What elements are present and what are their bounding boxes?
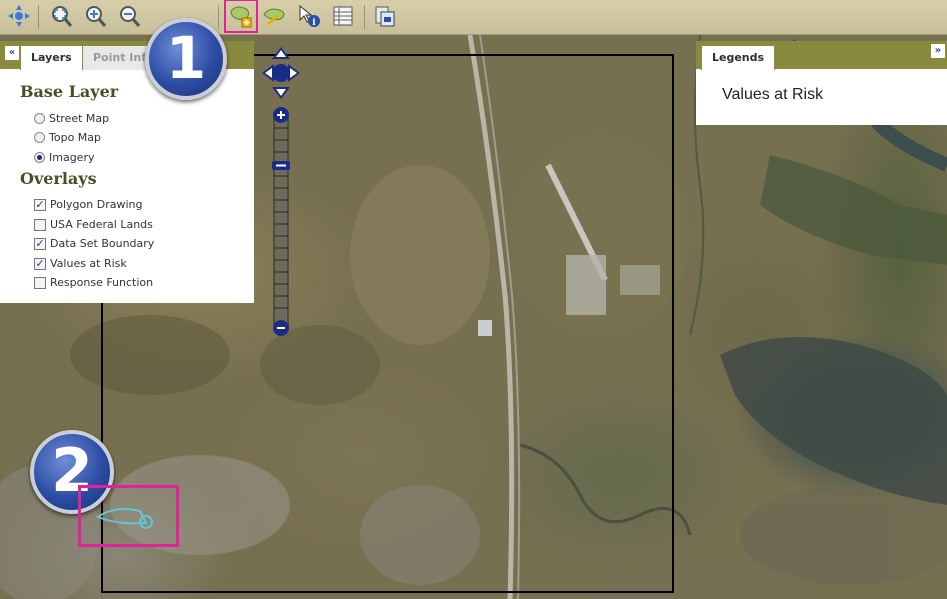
checkbox-polygon-drawing[interactable]: ✓ bbox=[34, 198, 46, 211]
print-icon[interactable] bbox=[372, 3, 398, 29]
base-layer-option[interactable]: Street Map bbox=[34, 112, 109, 125]
tab-legends[interactable]: Legends bbox=[701, 45, 776, 70]
collapse-left-icon[interactable]: « bbox=[4, 45, 20, 61]
identify-icon[interactable]: i bbox=[296, 3, 322, 29]
radio-street-map[interactable] bbox=[34, 113, 45, 124]
checkbox-usa-federal-lands[interactable] bbox=[34, 218, 46, 231]
radio-topo-map[interactable] bbox=[34, 132, 45, 143]
legend-item: Values at Risk bbox=[722, 86, 824, 103]
draw-polygon-icon[interactable] bbox=[224, 0, 258, 33]
zoom-extent-icon[interactable] bbox=[48, 3, 74, 29]
overlay-option[interactable]: Response Function bbox=[34, 276, 153, 289]
overlay-option[interactable]: USA Federal Lands bbox=[34, 218, 153, 231]
base-layer-option[interactable]: Topo Map bbox=[34, 131, 101, 144]
legend-tab-bar: Legends » bbox=[696, 41, 947, 70]
overlay-option[interactable]: ✓ Values at Risk bbox=[34, 257, 127, 270]
table-icon[interactable] bbox=[330, 3, 356, 29]
zoom-out-icon[interactable] bbox=[116, 3, 142, 29]
expand-right-icon[interactable]: » bbox=[930, 43, 946, 59]
checkbox-data-set-boundary[interactable]: ✓ bbox=[34, 237, 46, 250]
radio-imagery[interactable] bbox=[34, 152, 45, 163]
zoom-in-icon[interactable] bbox=[82, 3, 108, 29]
tab-layers[interactable]: Layers bbox=[20, 45, 83, 70]
polygon-edit-icon[interactable] bbox=[262, 3, 288, 29]
callout-badge-1: 1 bbox=[145, 18, 227, 100]
overlay-option[interactable]: ✓ Data Set Boundary bbox=[34, 237, 154, 250]
zoom-slider[interactable] bbox=[272, 106, 290, 338]
highlight-drawn-polygon bbox=[78, 485, 179, 547]
base-layer-option[interactable]: Imagery bbox=[34, 151, 94, 164]
pan-arrows-control[interactable] bbox=[262, 47, 300, 99]
base-layer-heading: Base Layer bbox=[20, 82, 119, 101]
checkbox-values-at-risk[interactable]: ✓ bbox=[34, 257, 46, 270]
overlay-option[interactable]: ✓ Polygon Drawing bbox=[34, 198, 142, 211]
pan-icon[interactable] bbox=[6, 3, 32, 29]
legends-panel: Legends » Values at Risk bbox=[696, 41, 947, 125]
svg-text:i: i bbox=[312, 18, 316, 28]
map-toolbar: i bbox=[0, 0, 947, 35]
checkbox-response-function[interactable] bbox=[34, 276, 46, 289]
overlays-heading: Overlays bbox=[20, 169, 97, 188]
